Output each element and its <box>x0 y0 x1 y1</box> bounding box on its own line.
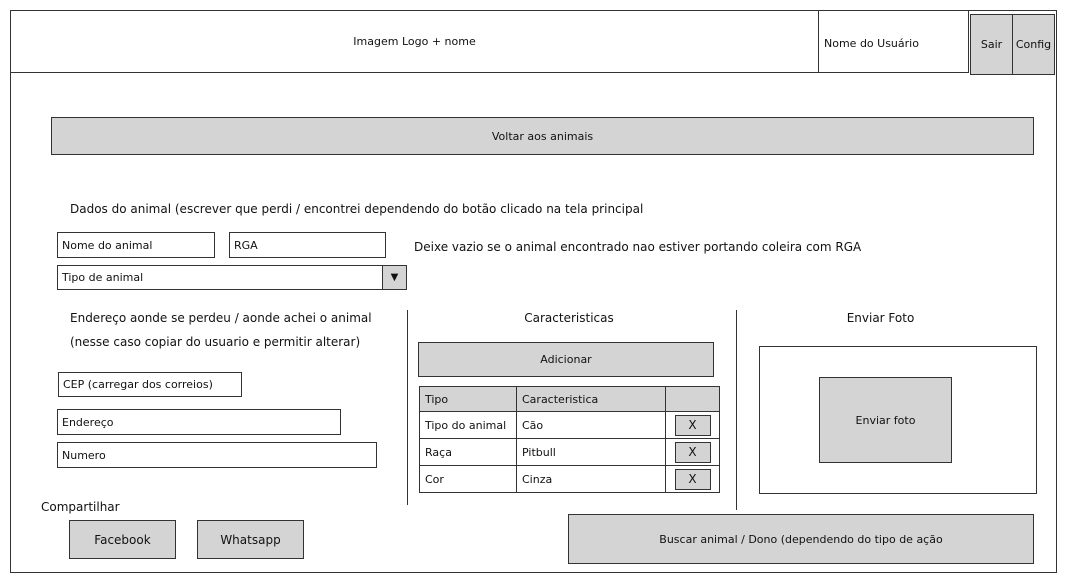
address-note: (nesse caso copiar do usuario e permitir… <box>70 335 361 349</box>
remove-row-button[interactable]: X <box>674 468 711 490</box>
cell-actions: X <box>665 438 720 466</box>
table-row: Raça Pitbull X <box>419 438 720 466</box>
config-button[interactable]: Config <box>1012 14 1055 75</box>
number-input[interactable]: Numero <box>57 442 377 468</box>
logo-text: Imagem Logo + nome <box>353 35 476 48</box>
animal-type-select[interactable]: Tipo de animal <box>57 265 383 290</box>
rga-input[interactable]: RGA <box>229 232 386 258</box>
column-header-tipo: Tipo <box>419 386 517 412</box>
cell-tipo: Tipo do animal <box>419 411 517 439</box>
table-row: Cor Cinza X <box>419 465 720 493</box>
section-divider <box>407 310 408 505</box>
facebook-share-button[interactable]: Facebook <box>69 520 176 559</box>
address-title: Endereço aonde se perdeu / aonde achei o… <box>70 311 372 325</box>
rga-hint: Deixe vazio se o animal encontrado nao e… <box>414 240 862 254</box>
remove-row-button[interactable]: X <box>674 441 711 463</box>
add-characteristic-button[interactable]: Adicionar <box>418 342 714 377</box>
cell-actions: X <box>665 411 720 439</box>
logo-area: Imagem Logo + nome <box>10 10 819 73</box>
section-divider <box>736 310 737 510</box>
cell-tipo: Raça <box>419 438 517 466</box>
user-name: Nome do Usuário <box>824 37 919 50</box>
cell-caracteristica: Cinza <box>516 465 666 493</box>
cell-tipo: Cor <box>419 465 517 493</box>
back-to-animals-button[interactable]: Voltar aos animais <box>51 117 1034 155</box>
table-row: Tipo do animal Cão X <box>419 411 720 439</box>
characteristics-table: Tipo Caracteristica Tipo do animal Cão X… <box>419 386 720 493</box>
characteristics-title: Caracteristicas <box>524 311 614 325</box>
cell-actions: X <box>665 465 720 493</box>
chevron-down-icon[interactable]: ▼ <box>382 265 407 290</box>
share-title: Compartilhar <box>41 500 120 514</box>
table-header-row: Tipo Caracteristica <box>419 386 720 412</box>
animal-data-title: Dados do animal (escrever que perdi / en… <box>70 202 644 216</box>
whatsapp-share-button[interactable]: Whatsapp <box>197 520 304 559</box>
cell-caracteristica: Pitbull <box>516 438 666 466</box>
column-header-caracteristica: Caracteristica <box>516 386 666 412</box>
photo-title: Enviar Foto <box>846 311 915 325</box>
remove-row-button[interactable]: X <box>674 414 711 436</box>
column-header-actions <box>665 386 720 412</box>
cep-input[interactable]: CEP (carregar dos correios) <box>58 372 242 397</box>
logout-button[interactable]: Sair <box>970 14 1013 75</box>
animal-name-input[interactable]: Nome do animal <box>57 232 215 258</box>
cell-caracteristica: Cão <box>516 411 666 439</box>
address-input[interactable]: Endereço <box>57 409 341 435</box>
search-animal-owner-button[interactable]: Buscar animal / Dono (dependendo do tipo… <box>568 514 1034 564</box>
upload-photo-button[interactable]: Enviar foto <box>819 377 952 463</box>
user-name-area: Nome do Usuário <box>818 10 969 73</box>
